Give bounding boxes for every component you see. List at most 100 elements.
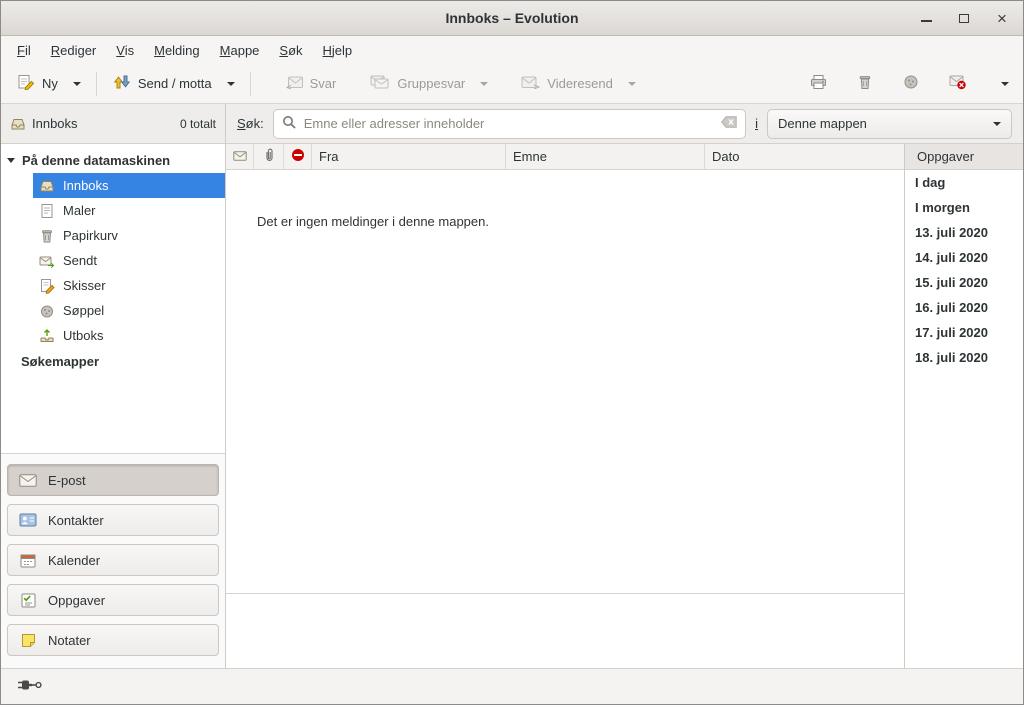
not-junk-button[interactable] (943, 68, 973, 99)
column-from[interactable]: Fra (312, 144, 506, 169)
search-scope-value: Denne mappen (778, 116, 867, 131)
folder-sendt[interactable]: Sendt (33, 248, 225, 273)
search-icon (282, 115, 297, 133)
send-receive-icon (113, 74, 131, 93)
menu-sok[interactable]: Søk (269, 39, 312, 62)
junk-button[interactable] (897, 68, 925, 99)
printer-icon (810, 74, 827, 93)
search-input[interactable] (304, 116, 714, 131)
expander-icon[interactable] (7, 158, 15, 163)
clear-search-icon[interactable] (721, 116, 737, 131)
new-dropdown-button[interactable] (66, 76, 88, 92)
reply-icon (285, 76, 303, 92)
folder-utboks[interactable]: Utboks (33, 323, 225, 348)
folder-maler[interactable]: Maler (33, 198, 225, 223)
group-reply-label: Gruppesvar (397, 76, 465, 91)
outbox-icon (39, 328, 55, 344)
send-receive-dropdown-button[interactable] (220, 76, 242, 92)
task-date-item[interactable]: 17. juli 2020 (905, 320, 1023, 345)
send-receive-button[interactable]: Send / motta (105, 68, 220, 99)
switcher-notater[interactable]: Notater (7, 624, 219, 656)
forward-icon (521, 76, 540, 92)
search-scope-label: i (755, 116, 758, 131)
task-date-item[interactable]: 14. juli 2020 (905, 245, 1023, 270)
folder-papirkurv[interactable]: Papirkurv (33, 223, 225, 248)
forward-label: Videresend (547, 76, 613, 91)
search-bar: Innboks 0 totalt Søk: i Denne mappen (1, 104, 1023, 144)
forward-dropdown-button[interactable] (621, 76, 643, 92)
column-date[interactable]: Dato (705, 144, 904, 169)
task-date-item[interactable]: 15. juli 2020 (905, 270, 1023, 295)
switcher-oppgaver[interactable]: Oppgaver (7, 584, 219, 616)
column-subject[interactable]: Emne (506, 144, 705, 169)
search-scope-dropdown[interactable]: Denne mappen (767, 109, 1012, 139)
switcher-epost[interactable]: E-post (7, 464, 219, 496)
minimize-button[interactable] (915, 7, 937, 29)
print-button[interactable] (804, 68, 833, 99)
close-button[interactable]: × (991, 7, 1013, 29)
current-folder-name: Innboks (32, 116, 78, 131)
account-label: På denne datamaskinen (22, 153, 170, 168)
trash-icon (857, 74, 873, 93)
paperclip-icon (264, 148, 274, 165)
menu-melding[interactable]: Melding (144, 39, 210, 62)
column-message-status[interactable] (226, 144, 254, 169)
preview-pane (226, 594, 904, 668)
toolbar-overflow-button[interactable] (995, 76, 1015, 92)
folder-skisser[interactable]: Skisser (33, 273, 225, 298)
toolbar-separator (250, 72, 251, 96)
menu-fil[interactable]: Fil (7, 39, 41, 62)
task-date-item[interactable]: 18. juli 2020 (905, 345, 1023, 370)
task-date-item[interactable]: 16. juli 2020 (905, 295, 1023, 320)
search-label: Søk: (237, 116, 264, 131)
folder-tree: På denne datamaskinen Innboks Maler Papi… (1, 144, 225, 374)
account-row[interactable]: På denne datamaskinen (1, 147, 225, 173)
switcher-label: E-post (48, 473, 86, 488)
current-folder-info: Innboks 0 totalt (1, 104, 226, 143)
folder-label: Skisser (63, 278, 106, 293)
priority-icon (291, 148, 305, 165)
menu-vis[interactable]: Vis (106, 39, 144, 62)
templates-icon (39, 203, 55, 219)
junk-icon (39, 303, 55, 319)
switcher-kontakter[interactable]: Kontakter (7, 504, 219, 536)
sidebar: På denne datamaskinen Innboks Maler Papi… (1, 144, 226, 668)
column-priority[interactable] (284, 144, 312, 169)
column-attachment[interactable] (254, 144, 284, 169)
task-date-item[interactable]: 13. juli 2020 (905, 220, 1023, 245)
menu-mappe[interactable]: Mappe (210, 39, 270, 62)
switcher-kalender[interactable]: Kalender (7, 544, 219, 576)
chevron-down-icon (480, 82, 488, 86)
menu-hjelp[interactable]: Hjelp (313, 39, 363, 62)
maximize-button[interactable] (953, 7, 975, 29)
task-date-item[interactable]: I dag (905, 170, 1023, 195)
new-button[interactable]: Ny (9, 68, 66, 99)
folder-label: Papirkurv (63, 228, 118, 243)
reply-button[interactable]: Svar (277, 70, 345, 98)
toolbar-separator (96, 72, 97, 96)
delete-button[interactable] (851, 68, 879, 99)
folder-innboks[interactable]: Innboks (33, 173, 225, 198)
plug-icon (17, 679, 43, 694)
task-date-item[interactable]: I morgen (905, 195, 1023, 220)
group-reply-dropdown-button[interactable] (473, 76, 495, 92)
notes-icon (19, 633, 37, 648)
search-folders-item[interactable]: Søkemapper (1, 348, 225, 374)
folder-soppel[interactable]: Søppel (33, 298, 225, 323)
group-reply-button[interactable]: Gruppesvar (362, 69, 473, 98)
minimize-icon (921, 20, 932, 22)
online-status-button[interactable] (13, 675, 47, 698)
contacts-icon (19, 513, 37, 527)
forward-button[interactable]: Videresend (513, 70, 621, 98)
folder-message-count: 0 totalt (180, 117, 216, 131)
inbox-icon (39, 178, 55, 194)
menu-rediger[interactable]: Rediger (41, 39, 107, 62)
tasks-icon (19, 593, 37, 608)
chevron-down-icon (1001, 82, 1009, 86)
view-switcher: E-post Kontakter Kalender Oppgaver Notat… (1, 453, 225, 668)
new-mail-icon (17, 74, 35, 93)
chevron-down-icon (227, 82, 235, 86)
reply-label: Svar (310, 76, 337, 91)
folder-label: Utboks (63, 328, 103, 343)
switcher-label: Kalender (48, 553, 100, 568)
